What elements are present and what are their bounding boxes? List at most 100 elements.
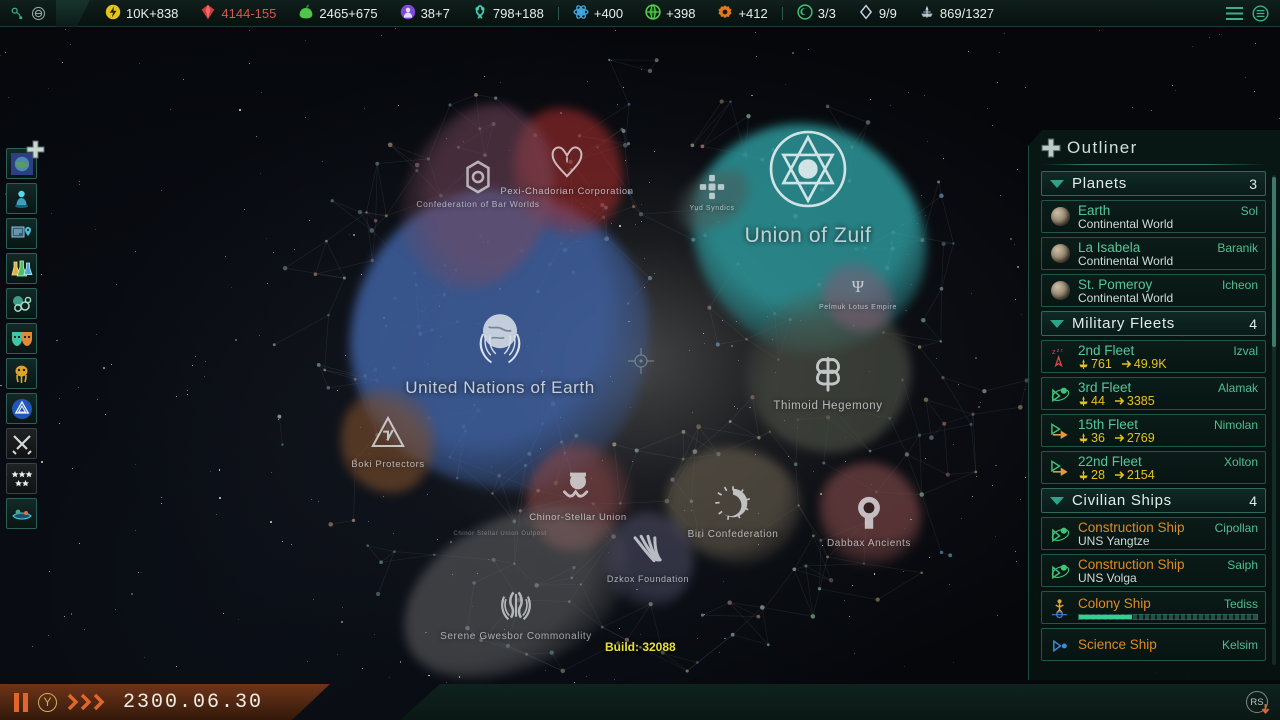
pause-icon[interactable] <box>14 692 28 712</box>
sidebar-item-ship-designer[interactable] <box>6 498 37 529</box>
section-title: Military Fleets <box>1072 315 1176 332</box>
row-icon <box>1049 419 1071 443</box>
outliner-row[interactable]: Colony Ship Tediss <box>1041 591 1266 624</box>
outliner-row[interactable]: z z z 2nd Fleet Izval 761 49.9K <box>1041 340 1266 373</box>
stat-value: 3385 <box>1126 393 1155 408</box>
download-arrow-icon <box>1261 704 1270 714</box>
resource-value: 10K+838 <box>126 5 179 21</box>
outliner-row[interactable]: Earth Sol Continental World <box>1041 200 1266 233</box>
row-stats: 36 2769 <box>1078 431 1258 445</box>
empire-sigil-icon <box>460 159 496 195</box>
ships-icon <box>1079 432 1088 443</box>
outliner-section-military-fleets[interactable]: Military Fleets 4 <box>1041 311 1266 336</box>
society-icon <box>645 3 661 23</box>
outliner-row[interactable]: 15th Fleet Nimolan 36 2769 <box>1041 414 1266 447</box>
options-icon[interactable] <box>1252 4 1269 22</box>
row-content: 15th Fleet Nimolan 36 2769 <box>1078 417 1258 445</box>
fleet-sleeping-icon: z z z <box>1051 347 1063 367</box>
sidebar-item-empire[interactable] <box>6 393 37 424</box>
stat-value: 44 <box>1091 393 1105 408</box>
sidebar-item-leaders[interactable] <box>6 183 37 214</box>
plus-badge-icon[interactable] <box>26 140 45 159</box>
ships-icon <box>1079 358 1088 369</box>
outliner-plus-icon[interactable] <box>1041 138 1061 158</box>
empire-sigil-icon <box>764 125 852 213</box>
sidebar-item-situations[interactable] <box>6 288 37 319</box>
resource-value: +400 <box>593 5 624 21</box>
empire-sigil-icon <box>804 346 852 394</box>
outliner-body[interactable]: Planets 3 Earth Sol Continental World La… <box>1029 171 1280 669</box>
outliner-scrollbar-thumb[interactable] <box>1272 177 1276 347</box>
year-badge[interactable]: Y <box>38 692 57 712</box>
fleet-orbit-icon <box>1051 527 1069 542</box>
outliner-panel[interactable]: Outliner Planets 3 Earth Sol Continental… <box>1028 130 1280 680</box>
chevron-down-icon[interactable] <box>1050 319 1064 328</box>
resource-alloys-or-envoys[interactable]: 3/3 <box>786 0 847 26</box>
resource-society-research[interactable]: +398 <box>634 0 706 26</box>
svg-text:z: z <box>1051 347 1055 356</box>
chevron-down-icon[interactable] <box>1050 496 1064 505</box>
sidebar-item-fleet-ranks[interactable] <box>6 463 37 494</box>
row-name: Construction Ship <box>1078 556 1185 572</box>
row-subtitle: Continental World <box>1078 253 1174 268</box>
outliner-row[interactable]: St. Pomeroy Icheon Continental World <box>1041 274 1266 307</box>
empire-sigil-icon <box>547 141 587 181</box>
sidebar-item-expansion-planner[interactable] <box>6 140 45 179</box>
topbar-left-icons[interactable] <box>0 6 56 21</box>
svg-text:z: z <box>1056 348 1059 354</box>
row-location: Alamak <box>1217 380 1258 395</box>
outliner-section-civilian-ships[interactable]: Civilian Ships 4 <box>1041 488 1266 513</box>
section-title: Civilian Ships <box>1072 492 1172 509</box>
row-subtitle: Continental World <box>1078 290 1174 305</box>
outliner-row[interactable]: Construction Ship Cipollan UNS Yangtze <box>1041 517 1266 550</box>
outliner-section-planets[interactable]: Planets 3 <box>1041 171 1266 196</box>
species-icon[interactable] <box>10 6 25 21</box>
row-subtitle: Continental World <box>1078 216 1174 231</box>
resource-engineering-research[interactable]: +412 <box>706 0 778 26</box>
sidebar-item-species[interactable] <box>6 358 37 389</box>
left-sidebar[interactable] <box>6 140 45 529</box>
engineering-icon <box>717 4 733 23</box>
sidebar-item-research[interactable] <box>6 253 37 284</box>
edicts-icon <box>11 226 31 237</box>
empire-icon[interactable] <box>31 6 46 21</box>
empire-sigil-icon: Ψ <box>844 272 873 301</box>
resource-value: 9/9 <box>878 5 897 21</box>
energy-icon <box>105 4 121 23</box>
resource-physics-research[interactable]: +400 <box>562 0 634 26</box>
row-icon: z z z <box>1049 345 1071 369</box>
resource-value: 869/1327 <box>939 5 995 21</box>
rs-badge[interactable]: RS <box>1246 691 1270 714</box>
resource-food[interactable]: 2465+675 <box>287 0 388 26</box>
outliner-row[interactable]: Science Ship Kelsim <box>1041 628 1266 661</box>
outliner-row[interactable]: 22nd Fleet Xolton 28 2154 <box>1041 451 1266 484</box>
speed-chevrons-icon[interactable] <box>67 692 113 712</box>
section-title: Planets <box>1072 175 1127 192</box>
sidebar-item-war-contacts[interactable] <box>6 428 37 459</box>
chevron-down-icon[interactable] <box>1050 179 1064 188</box>
sidebar-item-factions[interactable] <box>6 323 37 354</box>
resource-fleet-capacity[interactable]: 869/1327 <box>908 0 1005 26</box>
outliner-row[interactable]: La Isabela Baranik Continental World <box>1041 237 1266 270</box>
resource-influence[interactable]: 38+7 <box>389 0 461 26</box>
row-icon <box>1049 522 1071 546</box>
planet-thumb <box>1050 207 1070 226</box>
situations-icon <box>12 295 31 312</box>
resource-naval-capacity-leaders[interactable]: 9/9 <box>847 0 908 26</box>
outliner-row[interactable]: Construction Ship Saiph UNS Volga <box>1041 554 1266 587</box>
row-subtitle: UNS Yangtze <box>1078 533 1150 548</box>
hamburger-menu-icon[interactable] <box>1225 6 1244 21</box>
resource-energy-credits[interactable]: 10K+838 <box>94 0 189 26</box>
fleet-capacity-icon <box>919 4 935 23</box>
resource-unity[interactable]: 798+188 <box>461 0 555 26</box>
progress-bar <box>1078 613 1258 620</box>
row-icon <box>1049 382 1071 406</box>
resource-minerals[interactable]: 4144-155 <box>189 0 287 26</box>
outliner-row[interactable]: 3rd Fleet Alamak 44 3385 <box>1041 377 1266 410</box>
colony-ship-icon <box>1051 598 1067 618</box>
topbar-menu-icons[interactable] <box>1225 4 1280 22</box>
topbar-slant-divider <box>56 0 90 27</box>
stat-value: 2154 <box>1126 467 1155 482</box>
ships-icon <box>1079 395 1088 406</box>
sidebar-item-government-policies[interactable] <box>6 218 37 249</box>
